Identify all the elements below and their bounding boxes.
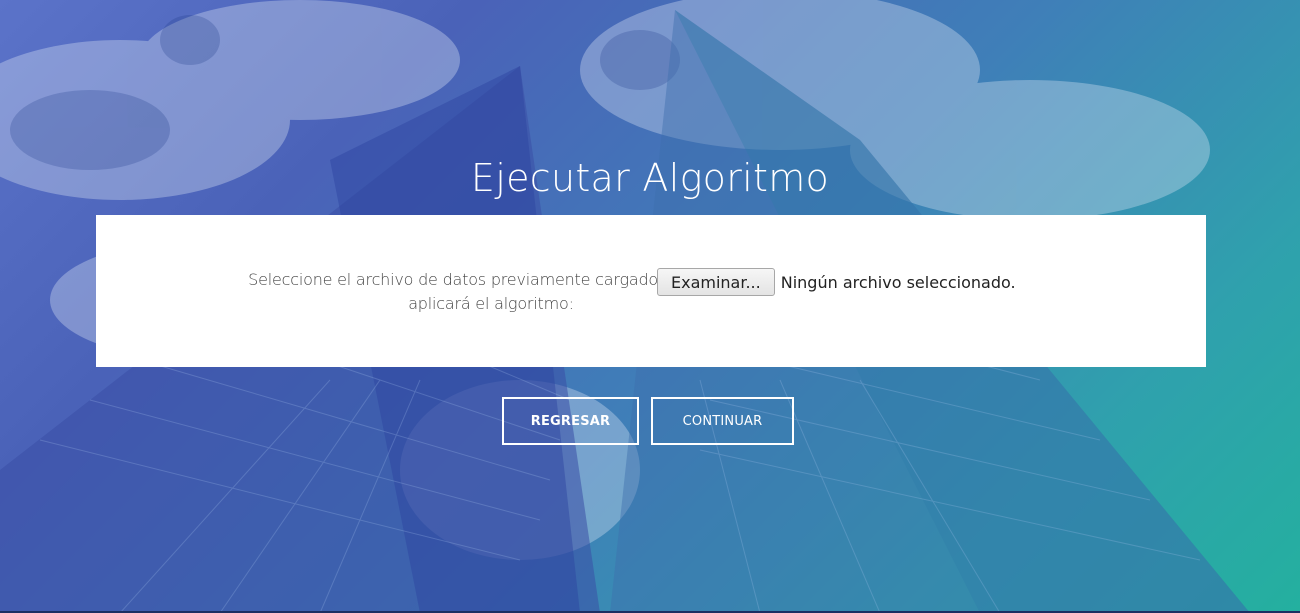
upload-card: Seleccione el archivo de datos previamen…: [96, 215, 1206, 367]
continue-button[interactable]: CONTINUAR: [651, 397, 794, 445]
browse-button[interactable]: Examinar...: [657, 268, 775, 296]
back-button[interactable]: REGRESAR: [502, 397, 639, 445]
file-input[interactable]: Examinar... Ningún archivo seleccionado.: [657, 268, 1016, 296]
page-title: Ejecutar Algoritmo: [470, 156, 830, 200]
file-status-text: Ningún archivo seleccionado.: [780, 272, 1016, 292]
